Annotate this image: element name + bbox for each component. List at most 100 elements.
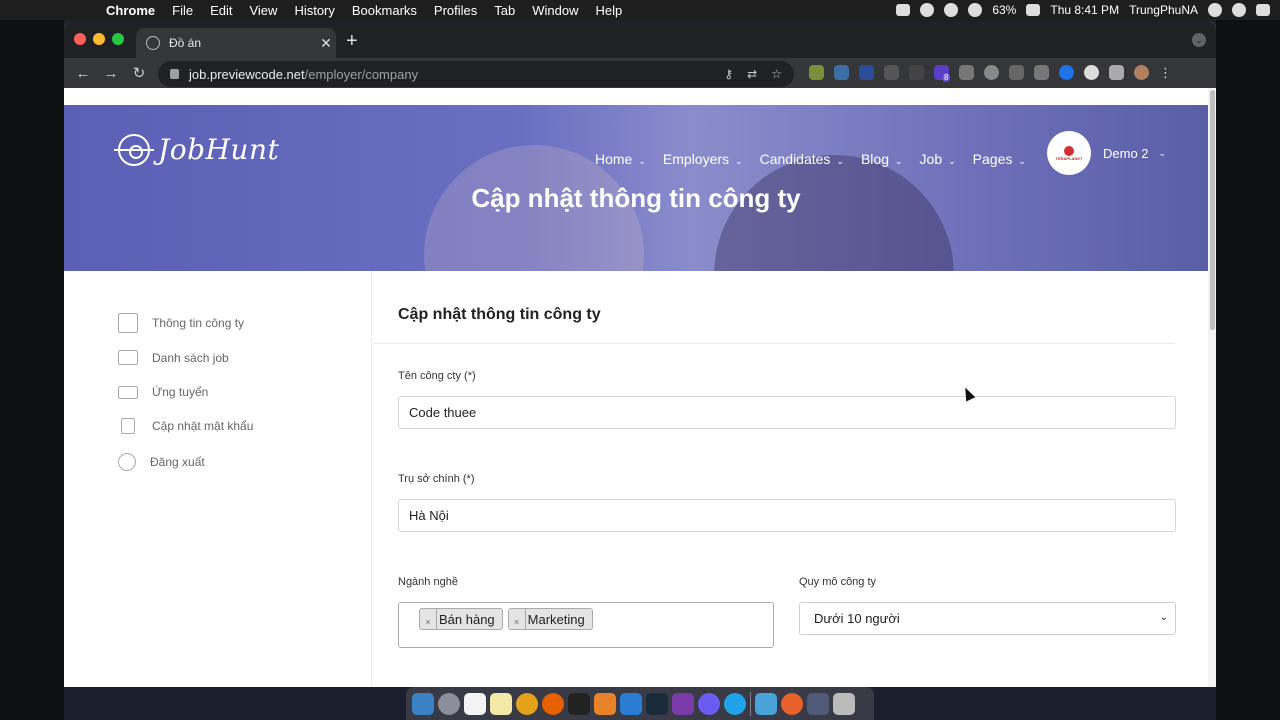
extension-icon[interactable] — [1009, 65, 1024, 80]
menu-tab[interactable]: Tab — [494, 3, 515, 18]
nav-employers[interactable]: Employers ⌄ — [663, 151, 743, 167]
address-bar[interactable]: job.previewcode.net /employer/company ⚷ … — [158, 61, 794, 87]
sidebar-item-logout[interactable]: Đăng xuất — [118, 453, 205, 471]
menu-history[interactable]: History — [294, 3, 334, 18]
menu-bookmarks[interactable]: Bookmarks — [352, 3, 417, 18]
menu-view[interactable]: View — [249, 3, 277, 18]
battery-icon[interactable] — [1026, 4, 1041, 16]
tab-search-icon[interactable]: ⌄ — [1192, 33, 1206, 47]
trash-icon[interactable] — [833, 692, 855, 715]
tableplus-icon[interactable] — [755, 692, 777, 715]
adblock-icon[interactable] — [984, 65, 999, 80]
menubar-status-area: 63% Thu 8:41 PM TrungPhuNA — [896, 0, 1270, 20]
sidebar-item-company-info[interactable]: Thông tin công ty — [118, 313, 244, 333]
phpstorm-icon[interactable] — [672, 692, 694, 715]
zoom-window-button[interactable] — [112, 33, 124, 45]
browser-tab[interactable]: Đồ án ✕ — [136, 28, 336, 58]
reload-icon[interactable]: ↻ — [125, 64, 153, 82]
menubar-user[interactable]: TrungPhuNA — [1129, 3, 1198, 17]
puzzle-icon[interactable] — [1109, 65, 1124, 80]
nav-blog[interactable]: Blog ⌄ — [861, 151, 903, 167]
clock[interactable]: Thu 8:41 PM — [1050, 3, 1119, 17]
industry-multiselect[interactable]: × Bán hàng × Marketing — [398, 602, 774, 648]
close-icon[interactable]: ✕ — [316, 35, 336, 52]
close-window-button[interactable] — [74, 33, 86, 45]
extension-icon[interactable] — [884, 65, 899, 80]
extension-icon[interactable] — [1034, 65, 1049, 80]
menu-edit[interactable]: Edit — [210, 3, 232, 18]
skype-icon[interactable] — [724, 692, 746, 715]
avatar[interactable]: TERAPLANET — [1047, 131, 1091, 175]
browser-window: Đồ án ✕ + ⌄ ← → ↻ job.previewcode.net /e… — [64, 22, 1216, 687]
menu-file[interactable]: File — [172, 3, 193, 18]
extension-icon[interactable] — [809, 65, 824, 80]
translate-icon[interactable]: ⇄ — [747, 67, 757, 81]
notes-icon[interactable] — [490, 692, 512, 715]
terminal-icon[interactable] — [568, 692, 590, 715]
nav-home[interactable]: Home ⌄ — [595, 151, 646, 167]
sidebar-item-change-password[interactable]: Cập nhật mật khẩu — [118, 418, 253, 434]
finder-icon[interactable] — [412, 692, 434, 715]
site-logo[interactable]: JobHunt — [114, 133, 280, 166]
siri-icon[interactable] — [1232, 3, 1246, 17]
vscode-icon[interactable] — [620, 692, 642, 715]
extension-badge: 8 — [942, 73, 951, 82]
messenger-icon[interactable] — [698, 692, 720, 715]
key-icon[interactable]: ⚷ — [724, 67, 733, 81]
profile-avatar[interactable] — [1134, 65, 1149, 80]
menu-help[interactable]: Help — [596, 3, 623, 18]
headquarters-field[interactable]: Hà Nội — [398, 499, 1176, 532]
scrollbar-thumb[interactable] — [1210, 90, 1215, 330]
sidebar-item-label: Thông tin công ty — [152, 316, 245, 330]
new-tab-button[interactable]: + — [346, 30, 358, 53]
nav-candidates[interactable]: Candidates ⌄ — [760, 151, 844, 167]
menu-window[interactable]: Window — [532, 3, 578, 18]
page-title: Cập nhật thông tin công ty — [471, 183, 801, 213]
remove-tag-icon[interactable]: × — [420, 609, 437, 629]
company-name-field[interactable]: Code thuee — [398, 396, 1176, 429]
app-icon[interactable] — [807, 692, 829, 715]
extension-icon[interactable] — [834, 65, 849, 80]
extension-icon[interactable] — [909, 65, 924, 80]
chrome-icon[interactable] — [516, 692, 538, 715]
logo-text: JobHunt — [158, 133, 280, 166]
industry-tag[interactable]: × Marketing — [507, 608, 593, 630]
calendar-icon[interactable] — [464, 692, 486, 715]
company-size-label: Quy mô công ty — [799, 576, 877, 588]
extension-icon[interactable] — [859, 65, 874, 80]
menu-profiles[interactable]: Profiles — [434, 3, 477, 18]
postman-icon[interactable] — [781, 692, 803, 715]
back-icon[interactable]: ← — [69, 65, 97, 82]
bookmark-star-icon[interactable]: ☆ — [771, 67, 782, 81]
minimize-window-button[interactable] — [93, 33, 105, 45]
company-size-select[interactable]: Dưới 10 người ⌄ — [799, 602, 1176, 635]
extension-icon[interactable] — [1059, 65, 1074, 80]
more-menu-icon[interactable]: ⋮ — [1159, 65, 1172, 80]
extension-icon[interactable]: 8 — [934, 65, 951, 82]
sublime-icon[interactable] — [594, 692, 616, 715]
spotlight-icon[interactable] — [1208, 3, 1222, 17]
status-app-icon[interactable] — [896, 4, 911, 16]
camera-icon[interactable] — [959, 65, 974, 80]
nav-job[interactable]: Job ⌄ — [920, 151, 956, 167]
launchpad-icon[interactable] — [438, 692, 460, 715]
remove-tag-icon[interactable]: × — [509, 609, 526, 629]
webstorm-icon[interactable] — [646, 692, 668, 715]
nav-pages[interactable]: Pages ⌄ — [973, 151, 1026, 167]
menu-app-name[interactable]: Chrome — [106, 3, 155, 18]
extension-icon[interactable] — [1084, 65, 1099, 80]
firefox-icon[interactable] — [542, 692, 564, 715]
wifi-icon[interactable] — [968, 3, 983, 17]
sidebar-item-applications[interactable]: Ứng tuyển — [118, 385, 208, 399]
user-menu[interactable]: TERAPLANET Demo 2 ⌄ — [1047, 131, 1166, 175]
lock-icon[interactable] — [170, 69, 179, 79]
forward-icon[interactable]: → — [97, 65, 125, 82]
app-menu: Chrome File Edit View History Bookmarks … — [106, 3, 639, 18]
sidebar-item-job-list[interactable]: Danh sách job — [118, 350, 229, 365]
battery-percent[interactable]: 63% — [992, 3, 1016, 17]
industry-tag[interactable]: × Bán hàng — [419, 608, 503, 630]
status-app-icon[interactable] — [944, 3, 959, 17]
status-app-icon[interactable] — [920, 3, 935, 17]
control-center-icon[interactable] — [1256, 4, 1270, 16]
page-scrollbar[interactable] — [1208, 88, 1216, 687]
